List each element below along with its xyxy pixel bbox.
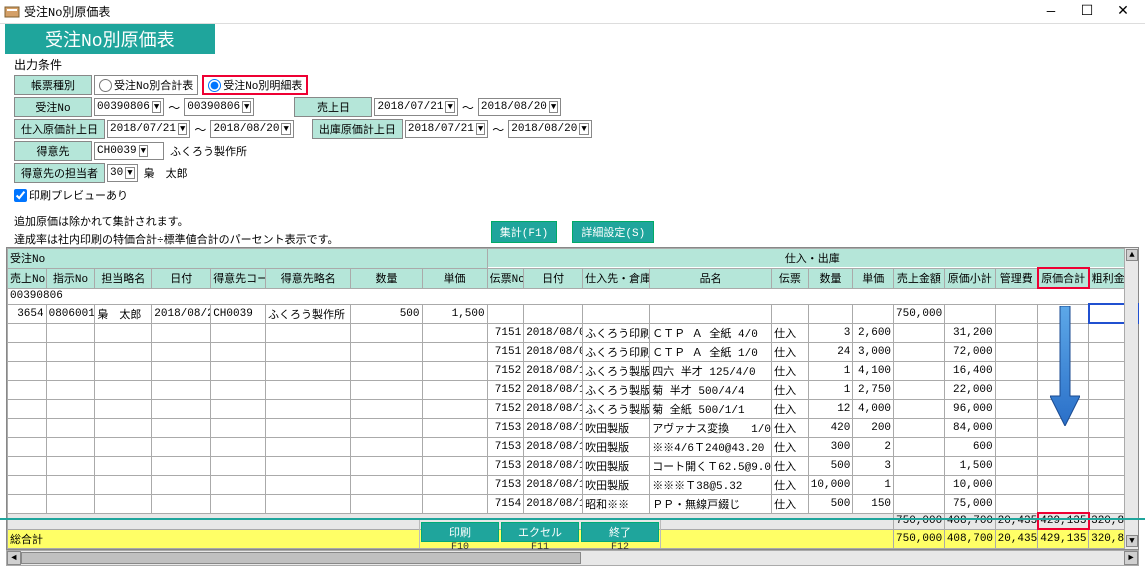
detail-settings-button[interactable]: 詳細設定(S) <box>572 221 654 243</box>
app-icon <box>4 4 20 20</box>
footer-bar: 印刷F10 エクセルF11 終了F12 <box>0 518 1145 548</box>
juchuno-label: 受注No <box>14 97 92 117</box>
tokui-name-text: ふくろう製作所 <box>170 143 247 159</box>
radio-group-summary: 受注No別合計表 <box>94 75 198 95</box>
form-type-label: 帳票種別 <box>14 75 92 95</box>
col-sijino[interactable]: 指示No <box>46 268 95 288</box>
col-juchuno: 受注No <box>8 249 488 269</box>
close-button[interactable]: ✕ <box>1105 2 1141 22</box>
col-shiire[interactable]: 仕入先・倉庫 <box>583 268 650 288</box>
window-titlebar: 受注No別原価表 — ☐ ✕ <box>0 0 1145 24</box>
table-row[interactable]: 71512018/08/09ふくろう印刷ＣＴＰ Ａ 全紙 1/0仕入243,00… <box>8 342 1138 361</box>
col-date2[interactable]: 日付 <box>524 268 583 288</box>
shiregen-from-input[interactable]: 2018/07/21▼ <box>107 120 190 138</box>
minimize-button[interactable]: — <box>1033 2 1069 22</box>
tokui-label: 得意先 <box>14 141 92 161</box>
radio-summary[interactable]: 受注No別合計表 <box>99 77 193 93</box>
radio-group-detail: 受注No別明細表 <box>202 75 308 95</box>
col-urino[interactable]: 売上No <box>8 268 47 288</box>
col-date[interactable]: 日付 <box>152 268 211 288</box>
col-denno[interactable]: 伝票No <box>487 268 524 288</box>
aggregate-button[interactable]: 集計(F1) <box>491 221 557 243</box>
tokui-code-input[interactable]: CH0039▼ <box>94 142 164 160</box>
dropdown-icon[interactable]: ▼ <box>242 101 251 113</box>
scroll-up-icon[interactable]: ▲ <box>1126 249 1138 261</box>
col-genka[interactable]: 原価小計 <box>944 268 995 288</box>
conditions-label: 出力条件 <box>14 56 1131 73</box>
header-row-2: 売上No 指示No 担当略名 日付 得意先コード 得意先略名 数量 単価 伝票N… <box>8 268 1138 288</box>
conditions-panel: 出力条件 帳票種別 受注No別合計表 受注No別明細表 受注No 0039080… <box>0 52 1145 209</box>
table-row[interactable]: 71532018/08/10吹田製版※※4/6Ｔ240@43.20仕入30026… <box>8 437 1138 456</box>
vertical-scrollbar[interactable]: ▲ ▼ <box>1124 248 1138 549</box>
header-row-1: 受注No 仕入・出庫 <box>8 249 1138 269</box>
excel-button[interactable]: エクセル <box>501 522 579 542</box>
header: 受注No別原価表 <box>0 24 1145 52</box>
grid-container: 受注No 仕入・出庫 売上No 指示No 担当略名 日付 得意先コード 得意先略… <box>6 247 1139 550</box>
window-title: 受注No別原価表 <box>24 3 1033 20</box>
uriage-to-input[interactable]: 2018/08/20▼ <box>478 98 561 116</box>
juchuno-to-input[interactable]: 00390806▼ <box>184 98 254 116</box>
shukogen-to-input[interactable]: 2018/08/20▼ <box>508 120 591 138</box>
col-tanka[interactable]: 単価 <box>422 268 487 288</box>
col-tanka2[interactable]: 単価 <box>853 268 894 288</box>
col-tanto[interactable]: 担当略名 <box>95 268 152 288</box>
radio-detail[interactable]: 受注No別明細表 <box>208 77 302 93</box>
dropdown-icon[interactable]: ▼ <box>281 123 290 135</box>
scroll-left-icon[interactable]: ◄ <box>7 551 21 565</box>
col-kanri[interactable]: 管理費 <box>995 268 1038 288</box>
scroll-thumb[interactable] <box>21 552 581 564</box>
dropdown-icon[interactable]: ▼ <box>579 123 588 135</box>
table-row[interactable]: 71532018/08/10吹田製版コート開くＴ62.5@9.06仕入50031… <box>8 456 1138 475</box>
col-hinmei[interactable]: 品名 <box>650 268 772 288</box>
table-row[interactable]: 71532018/08/10吹田製版アヴァナス変換 1/0仕入42020084,… <box>8 418 1138 437</box>
dropdown-icon[interactable]: ▼ <box>152 101 161 113</box>
table-row[interactable]: 71522018/08/10ふくろう製版菊 全紙 500/1/1仕入124,00… <box>8 399 1138 418</box>
tanto-code-input[interactable]: 30▼ <box>107 164 138 182</box>
juchuno-from-input[interactable]: 00390806▼ <box>94 98 164 116</box>
preview-checkbox[interactable]: 印刷プレビューあり <box>14 187 128 203</box>
shukogen-label: 出庫原価計上日 <box>312 119 403 139</box>
shiregen-to-input[interactable]: 2018/08/20▼ <box>210 120 293 138</box>
dropdown-icon[interactable]: ▼ <box>445 101 454 113</box>
table-row[interactable]: 71522018/08/10ふくろう製版四六 半才 125/4/0仕入14,10… <box>8 361 1138 380</box>
dropdown-icon[interactable]: ▼ <box>549 101 558 113</box>
table-row[interactable]: 36540806001梟 太郎2018/08/20CH0039ふくろう製作所50… <box>8 304 1138 323</box>
maximize-button[interactable]: ☐ <box>1069 2 1105 22</box>
print-button[interactable]: 印刷 <box>421 522 499 542</box>
uriage-from-input[interactable]: 2018/07/21▼ <box>374 98 457 116</box>
col-gengokei[interactable]: 原価合計 <box>1038 268 1089 288</box>
col-qty2[interactable]: 数量 <box>808 268 853 288</box>
table-row[interactable]: 71542018/08/10昭和※※ＰＰ・無線戸綴じ仕入50015075,000 <box>8 494 1138 513</box>
tanto-name-text: 梟 太郎 <box>144 165 188 181</box>
col-urikin[interactable]: 売上金額 <box>894 268 945 288</box>
page-title: 受注No別原価表 <box>5 24 215 54</box>
shiregen-label: 仕入原価計上日 <box>14 119 105 139</box>
col-shiire-shukko: 仕入・出庫 <box>487 249 1137 269</box>
shukogen-from-input[interactable]: 2018/07/21▼ <box>405 120 488 138</box>
dropdown-icon[interactable]: ▼ <box>139 145 148 157</box>
col-tcode[interactable]: 得意先コード <box>211 268 266 288</box>
dropdown-icon[interactable]: ▼ <box>178 123 187 135</box>
col-tname[interactable]: 得意先略名 <box>266 268 351 288</box>
col-qty[interactable]: 数量 <box>351 268 422 288</box>
table-row[interactable]: 71522018/08/10ふくろう製版菊 半才 500/4/4仕入12,750… <box>8 380 1138 399</box>
dropdown-icon[interactable]: ▼ <box>476 123 485 135</box>
scroll-right-icon[interactable]: ► <box>1124 551 1138 565</box>
col-denpyo[interactable]: 伝票 <box>772 268 809 288</box>
dropdown-icon[interactable]: ▼ <box>125 167 134 179</box>
table-row[interactable]: 71532018/08/10吹田製版※※※Ｔ38@5.32仕入10,000110… <box>8 475 1138 494</box>
table-row[interactable]: 00390806 <box>8 288 1138 304</box>
uriage-label: 売上日 <box>294 97 372 117</box>
cost-grid[interactable]: 受注No 仕入・出庫 売上No 指示No 担当略名 日付 得意先コード 得意先略… <box>7 248 1138 549</box>
tanto-label: 得意先の担当者 <box>14 163 105 183</box>
exit-button[interactable]: 終了 <box>581 522 659 542</box>
table-row[interactable]: 71512018/08/09ふくろう印刷ＣＴＰ Ａ 全紙 4/0仕入32,600… <box>8 323 1138 342</box>
